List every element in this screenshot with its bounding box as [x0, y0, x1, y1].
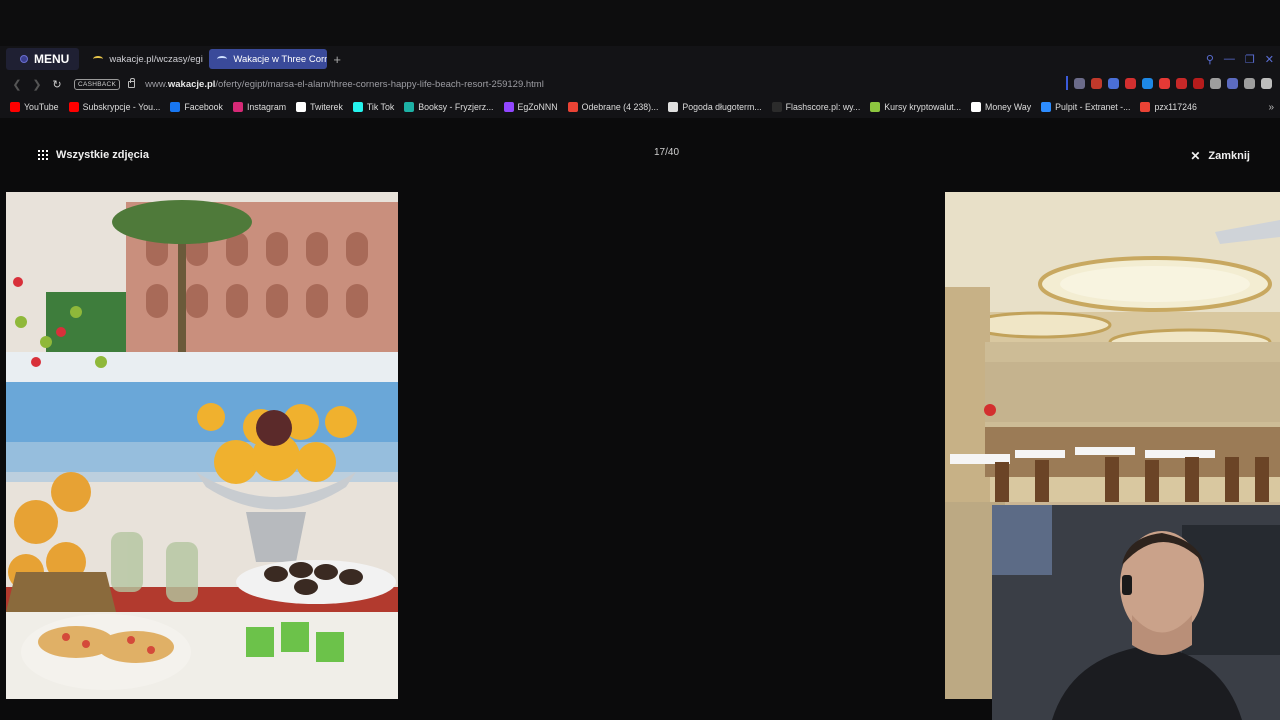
url-domain: wakacje.pl: [167, 78, 216, 90]
extension-icon[interactable]: [1159, 77, 1170, 89]
bookmark-favicon-icon: [1140, 102, 1151, 112]
bookmark-item[interactable]: Instagram: [232, 102, 287, 112]
bookmark-item[interactable]: Pulpit - Extranet -...: [1041, 102, 1130, 112]
extension-icon[interactable]: [1125, 77, 1136, 89]
extension-icon[interactable]: [1074, 77, 1085, 89]
bookmark-item[interactable]: YouTube: [10, 102, 59, 112]
bookmark-item[interactable]: Subskrypcje - You...: [68, 102, 161, 112]
all-photos-label: Wszystkie zdjęcia: [56, 149, 149, 161]
bookmark-favicon-icon: [668, 102, 679, 112]
tab-wakacje-wczasy[interactable]: wakacje.pl/wczasy/egipt/: [85, 49, 203, 69]
bookmark-label: pzx117246: [1154, 102, 1197, 112]
extension-icon[interactable]: [1091, 77, 1102, 89]
bookmark-favicon-icon: [771, 102, 782, 112]
wakacje-favicon-icon: [217, 56, 228, 62]
window-controls: ⚲ — ❐ ✕: [1206, 46, 1274, 72]
maximize-icon[interactable]: ❐: [1245, 53, 1255, 66]
back-icon[interactable]: ❮: [8, 78, 26, 91]
close-label: Zamknij: [1208, 150, 1250, 162]
bookmark-item[interactable]: Booksy - Fryzjerz...: [404, 102, 494, 112]
menu-label: MENU: [34, 52, 70, 66]
close-window-icon[interactable]: ✕: [1265, 53, 1274, 66]
bookmark-label: Odebrane (4 238)...: [581, 102, 659, 112]
url-path: /oferty/egipt/marsa-el-alam/three-corner…: [215, 78, 544, 90]
bookmark-label: YouTube: [24, 102, 59, 112]
photo-counter: 17/40: [654, 147, 680, 158]
url-prefix: www.: [145, 78, 168, 90]
webcam-streamer-image: [992, 505, 1280, 720]
bookmark-item[interactable]: Kursy kryptowalut...: [870, 102, 961, 112]
bookmark-label: Flashscore.pl: wy...: [785, 102, 861, 112]
bookmark-label: EgZoNNN: [517, 102, 558, 112]
account-icon[interactable]: [1227, 77, 1238, 89]
bookmark-item[interactable]: Money Way: [971, 102, 1031, 112]
download-icon[interactable]: [1244, 77, 1255, 89]
bookmark-item[interactable]: Twiterek: [296, 102, 343, 112]
browser-menu-button[interactable]: MENU: [6, 48, 80, 70]
bookmark-item[interactable]: Pogoda długoterm...: [668, 102, 762, 112]
bookmark-favicon-icon: [68, 102, 79, 112]
lock-icon[interactable]: [128, 77, 136, 88]
bookmark-label: Subskrypcje - You...: [82, 102, 161, 112]
menu-icon[interactable]: [1261, 77, 1272, 89]
bookmark-label: Booksy - Fryzjerz...: [418, 102, 494, 112]
extensions-toolbar: [1066, 76, 1272, 90]
bookmark-favicon-icon: [352, 102, 363, 112]
puzzle-icon[interactable]: [1210, 77, 1221, 89]
forward-icon[interactable]: ❯: [28, 78, 46, 91]
bookmark-favicon-icon: [1041, 102, 1052, 112]
bookmark-favicon-icon: [567, 102, 578, 112]
bookmark-item[interactable]: Flashscore.pl: wy...: [771, 102, 861, 112]
plus-icon[interactable]: +: [333, 52, 341, 67]
bookmark-favicon-icon: [503, 102, 514, 112]
bookmark-favicon-icon: [971, 102, 982, 112]
tab-strip: MENU wakacje.pl/wczasy/egipt/ Wakacje w …: [0, 46, 1280, 72]
all-photos-button[interactable]: Wszystkie zdjęcia: [38, 149, 149, 161]
tab-label: Wakacje w Three Corners: [233, 53, 328, 65]
bookmark-item[interactable]: Facebook: [170, 102, 223, 112]
grid-icon: [38, 150, 48, 160]
extension-icon[interactable]: [1108, 77, 1119, 89]
bookmark-item[interactable]: pzx117246: [1140, 102, 1197, 112]
bookmark-item[interactable]: Odebrane (4 238)...: [567, 102, 659, 112]
search-icon[interactable]: ⚲: [1206, 53, 1214, 66]
toolbar-divider: [1066, 76, 1068, 90]
bookmark-label: Instagram: [246, 102, 287, 112]
bookmark-item[interactable]: EgZoNNN: [503, 102, 558, 112]
bookmark-label: Tik Tok: [366, 102, 395, 112]
bookmark-label: Kursy kryptowalut...: [884, 102, 962, 112]
bookmark-label: Pogoda długoterm...: [682, 102, 762, 112]
fruit-buffet-photo: [6, 192, 398, 699]
tab-label: wakacje.pl/wczasy/egipt/: [109, 53, 204, 65]
close-icon: ✕: [1190, 149, 1201, 163]
extension-icon[interactable]: [1142, 77, 1153, 89]
opera-logo-icon: [20, 55, 28, 63]
bookmark-favicon-icon: [10, 102, 20, 112]
webcam-overlay: [992, 505, 1280, 720]
url-field[interactable]: www.wakacje.pl/oferty/egipt/marsa-el-ala…: [145, 79, 544, 90]
bookmark-favicon-icon: [170, 102, 181, 112]
extension-icon[interactable]: [1176, 77, 1187, 89]
bookmark-label: Money Way: [985, 102, 1032, 112]
bookmark-label: Twiterek: [310, 102, 343, 112]
close-viewer-button[interactable]: ✕ Zamknij: [1190, 149, 1250, 163]
bookmark-label: Pulpit - Extranet -...: [1055, 102, 1131, 112]
more-bookmarks-icon[interactable]: »: [1268, 102, 1274, 113]
bookmark-favicon-icon: [404, 102, 415, 112]
reload-icon[interactable]: ↻: [48, 78, 66, 91]
extension-icon[interactable]: [1193, 77, 1204, 89]
bookmark-favicon-icon: [232, 102, 243, 112]
bookmarks-bar: YouTube Subskrypcje - You... Facebook Insta…: [0, 96, 1280, 118]
minimize-icon[interactable]: —: [1224, 53, 1235, 65]
bookmark-item[interactable]: Tik Tok: [352, 102, 395, 112]
wakacje-favicon-icon: [93, 56, 104, 62]
photo-viewer: Wszystkie zdjęcia 17/40 ✕ Zamknij: [0, 118, 1280, 720]
tab-three-corners[interactable]: Wakacje w Three Corners: [209, 49, 328, 69]
window-top-area: [0, 0, 1280, 46]
bookmark-label: Facebook: [184, 102, 223, 112]
bookmark-favicon-icon: [870, 102, 881, 112]
cashback-badge[interactable]: CASHBACK: [74, 78, 121, 90]
bookmark-favicon-icon: [296, 102, 307, 112]
photo-fruit-buffet-by-pool[interactable]: [6, 192, 398, 699]
